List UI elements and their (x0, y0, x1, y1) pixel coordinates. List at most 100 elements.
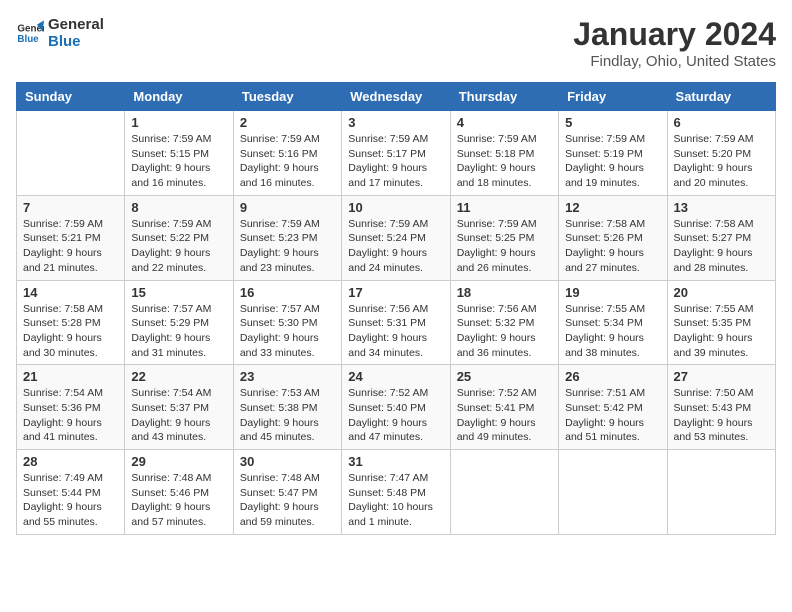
day-info: Sunrise: 7:52 AM Sunset: 5:40 PM Dayligh… (348, 386, 443, 445)
day-info: Sunrise: 7:56 AM Sunset: 5:31 PM Dayligh… (348, 302, 443, 361)
day-info: Sunrise: 7:59 AM Sunset: 5:21 PM Dayligh… (23, 217, 118, 276)
day-info: Sunrise: 7:58 AM Sunset: 5:27 PM Dayligh… (674, 217, 769, 276)
day-info: Sunrise: 7:57 AM Sunset: 5:30 PM Dayligh… (240, 302, 335, 361)
day-cell: 16 Sunrise: 7:57 AM Sunset: 5:30 PM Dayli… (233, 280, 341, 365)
day-number: 29 (131, 454, 226, 469)
page-header: General Blue General Blue January 2024 F… (16, 16, 776, 70)
logo: General Blue General Blue (16, 16, 104, 50)
day-number: 10 (348, 200, 443, 215)
day-info: Sunrise: 7:57 AM Sunset: 5:29 PM Dayligh… (131, 302, 226, 361)
day-cell: 29 Sunrise: 7:48 AM Sunset: 5:46 PM Dayli… (125, 450, 233, 535)
day-cell: 7 Sunrise: 7:59 AM Sunset: 5:21 PM Daylig… (17, 195, 125, 280)
day-info: Sunrise: 7:48 AM Sunset: 5:47 PM Dayligh… (240, 471, 335, 530)
col-wednesday: Wednesday (342, 83, 450, 111)
day-number: 7 (23, 200, 118, 215)
day-cell: 18 Sunrise: 7:56 AM Sunset: 5:32 PM Dayli… (450, 280, 558, 365)
day-info: Sunrise: 7:50 AM Sunset: 5:43 PM Dayligh… (674, 386, 769, 445)
day-cell: 2Sunrise: 7:59 AM Sunset: 5:16 PM Daylig… (233, 111, 341, 196)
day-number: 8 (131, 200, 226, 215)
day-info: Sunrise: 7:59 AM Sunset: 5:17 PM Dayligh… (348, 132, 443, 191)
day-info: Sunrise: 7:58 AM Sunset: 5:28 PM Dayligh… (23, 302, 118, 361)
day-info: Sunrise: 7:47 AM Sunset: 5:48 PM Dayligh… (348, 471, 443, 530)
day-number: 26 (565, 369, 660, 384)
day-cell: 27 Sunrise: 7:50 AM Sunset: 5:43 PM Dayli… (667, 365, 775, 450)
day-cell: 22 Sunrise: 7:54 AM Sunset: 5:37 PM Dayli… (125, 365, 233, 450)
day-cell: 8 Sunrise: 7:59 AM Sunset: 5:22 PM Daylig… (125, 195, 233, 280)
week-row-5: 28Sunrise: 7:49 AM Sunset: 5:44 PM Dayli… (17, 450, 776, 535)
day-number: 11 (457, 200, 552, 215)
day-cell: 6Sunrise: 7:59 AM Sunset: 5:20 PM Daylig… (667, 111, 775, 196)
day-cell: 3 Sunrise: 7:59 AM Sunset: 5:17 PM Daylig… (342, 111, 450, 196)
col-tuesday: Tuesday (233, 83, 341, 111)
day-cell: 10 Sunrise: 7:59 AM Sunset: 5:24 PM Dayli… (342, 195, 450, 280)
day-cell: 11 Sunrise: 7:59 AM Sunset: 5:25 PM Dayli… (450, 195, 558, 280)
day-info: Sunrise: 7:55 AM Sunset: 5:34 PM Dayligh… (565, 302, 660, 361)
col-sunday: Sunday (17, 83, 125, 111)
day-number: 22 (131, 369, 226, 384)
day-cell: 31 Sunrise: 7:47 AM Sunset: 5:48 PM Dayli… (342, 450, 450, 535)
day-number: 31 (348, 454, 443, 469)
day-cell: 5 Sunrise: 7:59 AM Sunset: 5:19 PM Daylig… (559, 111, 667, 196)
day-cell: 30 Sunrise: 7:48 AM Sunset: 5:47 PM Dayli… (233, 450, 341, 535)
calendar-table: Sunday Monday Tuesday Wednesday Thursday… (16, 82, 776, 535)
day-number: 30 (240, 454, 335, 469)
day-info: Sunrise: 7:53 AM Sunset: 5:38 PM Dayligh… (240, 386, 335, 445)
day-cell: 9Sunrise: 7:59 AM Sunset: 5:23 PM Daylig… (233, 195, 341, 280)
day-info: Sunrise: 7:48 AM Sunset: 5:46 PM Dayligh… (131, 471, 226, 530)
day-number: 21 (23, 369, 118, 384)
day-info: Sunrise: 7:59 AM Sunset: 5:20 PM Dayligh… (674, 132, 769, 191)
day-cell: 12 Sunrise: 7:58 AM Sunset: 5:26 PM Dayli… (559, 195, 667, 280)
header-row: Sunday Monday Tuesday Wednesday Thursday… (17, 83, 776, 111)
day-info: Sunrise: 7:59 AM Sunset: 5:25 PM Dayligh… (457, 217, 552, 276)
day-info: Sunrise: 7:59 AM Sunset: 5:19 PM Dayligh… (565, 132, 660, 191)
day-number: 4 (457, 115, 552, 130)
day-info: Sunrise: 7:54 AM Sunset: 5:36 PM Dayligh… (23, 386, 118, 445)
day-number: 15 (131, 285, 226, 300)
week-row-4: 21 Sunrise: 7:54 AM Sunset: 5:36 PM Dayli… (17, 365, 776, 450)
week-row-1: 1Sunrise: 7:59 AM Sunset: 5:15 PM Daylig… (17, 111, 776, 196)
day-info: Sunrise: 7:59 AM Sunset: 5:22 PM Dayligh… (131, 217, 226, 276)
day-number: 12 (565, 200, 660, 215)
day-info: Sunrise: 7:55 AM Sunset: 5:35 PM Dayligh… (674, 302, 769, 361)
week-row-3: 14 Sunrise: 7:58 AM Sunset: 5:28 PM Dayli… (17, 280, 776, 365)
day-info: Sunrise: 7:51 AM Sunset: 5:42 PM Dayligh… (565, 386, 660, 445)
day-cell: 1Sunrise: 7:59 AM Sunset: 5:15 PM Daylig… (125, 111, 233, 196)
day-cell: 19 Sunrise: 7:55 AM Sunset: 5:34 PM Dayli… (559, 280, 667, 365)
day-number: 16 (240, 285, 335, 300)
day-number: 23 (240, 369, 335, 384)
day-info: Sunrise: 7:59 AM Sunset: 5:24 PM Dayligh… (348, 217, 443, 276)
day-number: 3 (348, 115, 443, 130)
day-cell: 24Sunrise: 7:52 AM Sunset: 5:40 PM Dayli… (342, 365, 450, 450)
day-info: Sunrise: 7:52 AM Sunset: 5:41 PM Dayligh… (457, 386, 552, 445)
svg-text:Blue: Blue (17, 34, 39, 45)
calendar-subtitle: Findlay, Ohio, United States (573, 53, 776, 70)
title-block: January 2024 Findlay, Ohio, United State… (573, 16, 776, 70)
day-number: 14 (23, 285, 118, 300)
week-row-2: 7 Sunrise: 7:59 AM Sunset: 5:21 PM Daylig… (17, 195, 776, 280)
day-number: 27 (674, 369, 769, 384)
day-cell: 28Sunrise: 7:49 AM Sunset: 5:44 PM Dayli… (17, 450, 125, 535)
day-number: 25 (457, 369, 552, 384)
day-number: 18 (457, 285, 552, 300)
logo-icon: General Blue (16, 19, 44, 47)
day-info: Sunrise: 7:58 AM Sunset: 5:26 PM Dayligh… (565, 217, 660, 276)
day-info: Sunrise: 7:59 AM Sunset: 5:23 PM Dayligh… (240, 217, 335, 276)
day-number: 2 (240, 115, 335, 130)
day-number: 1 (131, 115, 226, 130)
day-info: Sunrise: 7:54 AM Sunset: 5:37 PM Dayligh… (131, 386, 226, 445)
day-cell: 13Sunrise: 7:58 AM Sunset: 5:27 PM Dayli… (667, 195, 775, 280)
day-number: 19 (565, 285, 660, 300)
day-cell (559, 450, 667, 535)
day-cell: 25 Sunrise: 7:52 AM Sunset: 5:41 PM Dayli… (450, 365, 558, 450)
day-cell: 14 Sunrise: 7:58 AM Sunset: 5:28 PM Dayli… (17, 280, 125, 365)
logo-line2: Blue (48, 33, 104, 50)
day-info: Sunrise: 7:56 AM Sunset: 5:32 PM Dayligh… (457, 302, 552, 361)
day-cell: 4 Sunrise: 7:59 AM Sunset: 5:18 PM Daylig… (450, 111, 558, 196)
day-cell: 17Sunrise: 7:56 AM Sunset: 5:31 PM Dayli… (342, 280, 450, 365)
day-info: Sunrise: 7:59 AM Sunset: 5:18 PM Dayligh… (457, 132, 552, 191)
day-number: 5 (565, 115, 660, 130)
day-info: Sunrise: 7:49 AM Sunset: 5:44 PM Dayligh… (23, 471, 118, 530)
day-cell (450, 450, 558, 535)
day-cell (667, 450, 775, 535)
col-thursday: Thursday (450, 83, 558, 111)
